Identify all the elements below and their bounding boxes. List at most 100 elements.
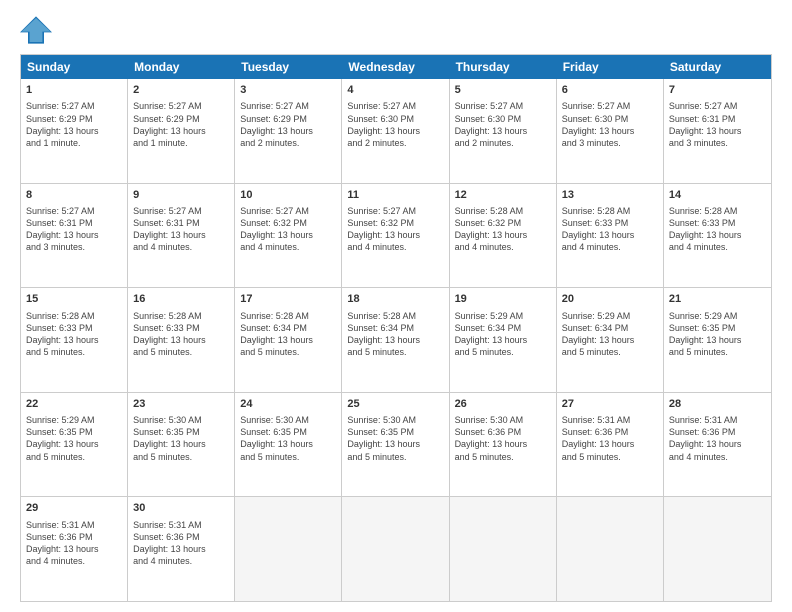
calendar-body: 1 Sunrise: 5:27 AMSunset: 6:29 PMDaylight… xyxy=(21,79,771,601)
cal-cell: 19 Sunrise: 5:29 AMSunset: 6:34 PMDayligh… xyxy=(450,288,557,392)
cell-text: Sunrise: 5:28 AMSunset: 6:34 PMDaylight:… xyxy=(347,310,443,359)
cal-cell: 7 Sunrise: 5:27 AMSunset: 6:31 PMDaylight… xyxy=(664,79,771,183)
header-day-saturday: Saturday xyxy=(664,55,771,79)
cell-text: Sunrise: 5:28 AMSunset: 6:34 PMDaylight:… xyxy=(240,310,336,359)
header-day-sunday: Sunday xyxy=(21,55,128,79)
cell-text: Sunrise: 5:27 AMSunset: 6:31 PMDaylight:… xyxy=(133,205,229,254)
day-number: 4 xyxy=(347,83,443,98)
cal-cell: 12 Sunrise: 5:28 AMSunset: 6:32 PMDayligh… xyxy=(450,184,557,288)
day-number: 23 xyxy=(133,397,229,412)
header-day-friday: Friday xyxy=(557,55,664,79)
day-number: 7 xyxy=(669,83,766,98)
cell-text: Sunrise: 5:28 AMSunset: 6:33 PMDaylight:… xyxy=(133,310,229,359)
cal-cell: 2Sunrise: 5:27 AMSunset: 6:29 PMDaylight… xyxy=(128,79,235,183)
cal-cell xyxy=(557,497,664,601)
cell-text: Sunrise: 5:31 AMSunset: 6:36 PMDaylight:… xyxy=(133,519,229,568)
header-day-tuesday: Tuesday xyxy=(235,55,342,79)
calendar: SundayMondayTuesdayWednesdayThursdayFrid… xyxy=(20,54,772,602)
cal-cell: 24 Sunrise: 5:30 AMSunset: 6:35 PMDayligh… xyxy=(235,393,342,497)
cal-row-2: 15 Sunrise: 5:28 AMSunset: 6:33 PMDayligh… xyxy=(21,288,771,393)
cal-cell xyxy=(235,497,342,601)
cal-row-0: 1 Sunrise: 5:27 AMSunset: 6:29 PMDaylight… xyxy=(21,79,771,184)
cal-cell xyxy=(664,497,771,601)
day-number: 13 xyxy=(562,188,658,203)
day-number: 26 xyxy=(455,397,551,412)
cell-text: Sunrise: 5:27 AMSunset: 6:30 PMDaylight:… xyxy=(562,100,658,149)
cal-cell: 14 Sunrise: 5:28 AMSunset: 6:33 PMDayligh… xyxy=(664,184,771,288)
cal-cell xyxy=(342,497,449,601)
day-number: 30 xyxy=(133,501,229,516)
cal-cell: 29Sunrise: 5:31 AMSunset: 6:36 PMDayligh… xyxy=(21,497,128,601)
cell-text: Sunrise: 5:30 AMSunset: 6:35 PMDaylight:… xyxy=(347,414,443,463)
cell-text: Sunrise: 5:29 AMSunset: 6:34 PMDaylight:… xyxy=(562,310,658,359)
day-number: 19 xyxy=(455,292,551,307)
day-number: 28 xyxy=(669,397,766,412)
cal-cell: 30 Sunrise: 5:31 AMSunset: 6:36 PMDayligh… xyxy=(128,497,235,601)
cal-row-4: 29 Sunrise: 5:31 AMSunset: 6:36 PMDayligh… xyxy=(21,497,771,601)
cal-cell: 5 Sunrise: 5:27 AMSunset: 6:30 PMDaylight… xyxy=(450,79,557,183)
cell-text: Sunrise: 5:27 AMSunset: 6:32 PMDaylight:… xyxy=(240,205,336,254)
day-number: 27 xyxy=(562,397,658,412)
cell-text: Sunrise: 5:30 AMSunset: 6:36 PMDaylight:… xyxy=(455,414,551,463)
cal-cell: 22 Sunrise: 5:29 AMSunset: 6:35 PMDayligh… xyxy=(21,393,128,497)
day-number: 20 xyxy=(562,292,658,307)
logo-icon xyxy=(20,16,52,44)
day-number: 16 xyxy=(133,292,229,307)
cal-cell: 3 Sunrise: 5:27 AMSunset: 6:29 PMDaylight… xyxy=(235,79,342,183)
cal-row-1: 8Sunrise: 5:27 AMSunset: 6:31 PMDaylight… xyxy=(21,184,771,289)
cell-text: Sunrise: 5:27 AMSunset: 6:31 PMDaylight:… xyxy=(669,100,766,149)
day-number: 2 xyxy=(133,83,229,98)
cell-text: Sunrise: 5:28 AMSunset: 6:32 PMDaylight:… xyxy=(455,205,551,254)
cell-text: Sunrise: 5:27 AMSunset: 6:29 PMDaylight:… xyxy=(240,100,336,149)
day-number: 3 xyxy=(240,83,336,98)
cell-text: Sunrise: 5:27 AMSunset: 6:30 PMDaylight:… xyxy=(455,100,551,149)
cell-text: Sunrise: 5:28 AMSunset: 6:33 PMDaylight:… xyxy=(669,205,766,254)
cal-cell: 23 Sunrise: 5:30 AMSunset: 6:35 PMDayligh… xyxy=(128,393,235,497)
logo xyxy=(20,16,56,44)
cal-cell: 1 Sunrise: 5:27 AMSunset: 6:29 PMDaylight… xyxy=(21,79,128,183)
day-number: 24 xyxy=(240,397,336,412)
cal-cell: 15Sunrise: 5:28 AMSunset: 6:33 PMDayligh… xyxy=(21,288,128,392)
cal-cell xyxy=(450,497,557,601)
day-number: 5 xyxy=(455,83,551,98)
cal-cell: 25 Sunrise: 5:30 AMSunset: 6:35 PMDayligh… xyxy=(342,393,449,497)
cal-cell: 11Sunrise: 5:27 AMSunset: 6:32 PMDayligh… xyxy=(342,184,449,288)
day-number: 6 xyxy=(562,83,658,98)
day-number: 15 xyxy=(26,292,122,307)
day-number: 29 xyxy=(26,501,122,516)
cal-cell: 10Sunrise: 5:27 AMSunset: 6:32 PMDayligh… xyxy=(235,184,342,288)
day-number: 25 xyxy=(347,397,443,412)
cell-text: Sunrise: 5:31 AMSunset: 6:36 PMDaylight:… xyxy=(562,414,658,463)
cell-text: Sunrise: 5:29 AMSunset: 6:35 PMDaylight:… xyxy=(26,414,122,463)
cell-text: Sunrise: 5:27 AMSunset: 6:29 PMDaylight:… xyxy=(26,100,122,149)
cal-cell: 20 Sunrise: 5:29 AMSunset: 6:34 PMDayligh… xyxy=(557,288,664,392)
header-day-monday: Monday xyxy=(128,55,235,79)
calendar-header: SundayMondayTuesdayWednesdayThursdayFrid… xyxy=(21,55,771,79)
cal-cell: 16 Sunrise: 5:28 AMSunset: 6:33 PMDayligh… xyxy=(128,288,235,392)
day-number: 12 xyxy=(455,188,551,203)
cal-cell: 4 Sunrise: 5:27 AMSunset: 6:30 PMDaylight… xyxy=(342,79,449,183)
header-day-thursday: Thursday xyxy=(450,55,557,79)
cell-text: Sunrise: 5:30 AMSunset: 6:35 PMDaylight:… xyxy=(240,414,336,463)
cell-text: Sunrise: 5:27 AMSunset: 6:30 PMDaylight:… xyxy=(347,100,443,149)
cell-text: Sunrise: 5:27 AMSunset: 6:31 PMDaylight:… xyxy=(26,205,122,254)
day-number: 9 xyxy=(133,188,229,203)
header-day-wednesday: Wednesday xyxy=(342,55,449,79)
day-number: 21 xyxy=(669,292,766,307)
cell-text: Sunrise: 5:30 AMSunset: 6:35 PMDaylight:… xyxy=(133,414,229,463)
cell-text: Sunrise: 5:29 AMSunset: 6:35 PMDaylight:… xyxy=(669,310,766,359)
day-number: 14 xyxy=(669,188,766,203)
cell-text: Sunrise: 5:27 AMSunset: 6:32 PMDaylight:… xyxy=(347,205,443,254)
day-number: 17 xyxy=(240,292,336,307)
cal-cell: 28 Sunrise: 5:31 AMSunset: 6:36 PMDayligh… xyxy=(664,393,771,497)
cell-text: Sunrise: 5:31 AMSunset: 6:36 PMDaylight:… xyxy=(669,414,766,463)
cell-text: Sunrise: 5:29 AMSunset: 6:34 PMDaylight:… xyxy=(455,310,551,359)
cal-cell: 13 Sunrise: 5:28 AMSunset: 6:33 PMDayligh… xyxy=(557,184,664,288)
header xyxy=(20,16,772,44)
cell-text: Sunrise: 5:28 AMSunset: 6:33 PMDaylight:… xyxy=(562,205,658,254)
cal-row-3: 22 Sunrise: 5:29 AMSunset: 6:35 PMDayligh… xyxy=(21,393,771,498)
day-number: 22 xyxy=(26,397,122,412)
day-number: 1 xyxy=(26,83,122,98)
page: SundayMondayTuesdayWednesdayThursdayFrid… xyxy=(0,0,792,612)
cal-cell: 9 Sunrise: 5:27 AMSunset: 6:31 PMDaylight… xyxy=(128,184,235,288)
